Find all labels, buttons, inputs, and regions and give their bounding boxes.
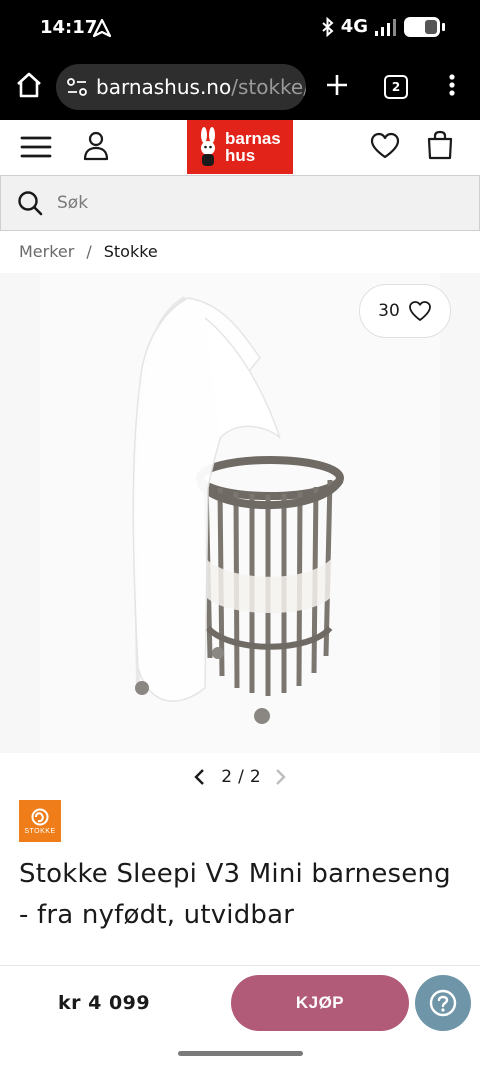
gallery-pager: 2 / 2 [0,764,480,790]
site-logo[interactable]: barnas hus [187,120,293,174]
logo-line-2: hus [225,146,256,165]
search-bar [0,175,480,231]
menu-icon[interactable] [20,134,52,160]
product-price: kr 4 099 [58,992,151,1014]
network-type: 4G [340,16,368,37]
chevron-right-icon[interactable] [271,767,289,787]
stokke-logo-icon [31,808,49,825]
brand-badge[interactable]: STOKKE [19,800,61,842]
pager-total: 2 [249,767,261,787]
rabbit-logo-icon [201,127,215,166]
url-path: /stokke/ [231,75,306,99]
pager-separator: / [238,767,244,787]
user-icon[interactable] [82,130,110,162]
product-title: Stokke Sleepi V3 Mini barneseng - fra ny… [19,859,451,930]
more-vert-icon[interactable] [440,70,464,100]
breadcrumb-item-stokke[interactable]: Stokke [104,242,158,261]
navigation-arrow-icon [92,18,112,38]
bluetooth-icon [322,16,334,37]
status-right: 4G [321,16,445,37]
bag-icon[interactable] [426,130,454,160]
browser-toolbar: barnashus.no/stokke/ 2 [0,56,480,120]
search-icon[interactable] [17,190,43,216]
help-button[interactable] [415,975,471,1031]
brand-name: STOKKE [24,827,56,835]
logo-text: barnas hus [225,130,281,164]
favorite-count-button[interactable]: 30 [359,284,451,338]
site-settings-icon[interactable] [66,76,88,98]
signal-icon [375,18,396,36]
breadcrumb: Merker / Stokke [19,242,158,261]
tabs-icon[interactable]: 2 [384,75,408,99]
buy-bar: kr 4 099 KJØP [0,965,480,1067]
pager-current: 2 [221,767,233,787]
favorite-count: 30 [378,301,400,321]
gesture-bar [178,1051,303,1056]
product-gallery[interactable]: 30 [0,273,480,753]
url-host: barnashus.no [96,75,232,99]
breadcrumb-item-merker[interactable]: Merker [19,242,74,261]
chevron-left-icon[interactable] [191,767,209,787]
search-input[interactable] [57,193,437,213]
battery-icon [404,16,445,37]
buy-button[interactable]: KJØP [231,975,409,1031]
home-icon[interactable] [14,70,44,100]
heart-outline-icon [408,301,431,321]
help-icon [429,989,457,1017]
logo-line-1: barnas [225,129,281,148]
status-bar: 14:17 4G [0,0,480,56]
status-time: 14:17 [40,17,98,38]
heart-icon[interactable] [370,132,400,160]
site-header: barnas hus [0,120,480,174]
address-bar[interactable]: barnashus.no/stokke/ [56,64,306,110]
plus-icon[interactable] [322,70,352,100]
product-image [132,296,344,724]
breadcrumb-separator: / [86,242,92,261]
